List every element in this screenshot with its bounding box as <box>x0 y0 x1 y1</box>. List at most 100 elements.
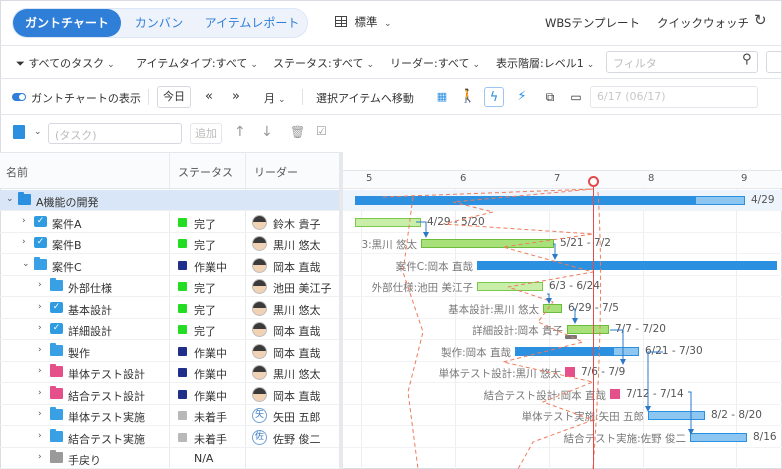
chevron-right-icon[interactable]: › <box>38 388 42 398</box>
chevron-right-icon[interactable]: › <box>38 431 42 441</box>
today-button[interactable]: 今日 <box>157 86 191 108</box>
status-label: 完了 <box>194 217 216 231</box>
display-level-label: 表示階層:レベル1 <box>496 57 584 70</box>
leader-name: 黒川 悠太 <box>273 368 321 381</box>
leader-name: 黒川 悠太 <box>273 303 321 317</box>
task-name: A機能の開発 <box>36 196 99 209</box>
chevron-down-icon: ⌄ <box>472 60 481 70</box>
task-row[interactable]: › 単体テスト設計 作業中 黒川 悠太 <box>0 362 340 383</box>
arrow-down-icon[interactable]: ↓ <box>261 124 273 140</box>
status-filter[interactable]: ステータス:すべて ⌄ <box>273 55 374 71</box>
chevron-right-icon[interactable]: › <box>38 280 42 290</box>
auto-schedule-icon[interactable]: ϟ <box>484 87 504 107</box>
status-label: 作業中 <box>194 346 227 360</box>
chevron-down-icon[interactable]: ⌄ <box>22 259 30 269</box>
gantt-toolbar: ガントチャートの表示 今日 « » 月 ⌄ 選択アイテムへ移動 ▦ 🚶 ϟ ⚡ ⧉… <box>0 79 782 115</box>
leader-filter[interactable]: リーダー:すべて ⌄ <box>390 55 480 71</box>
task-row[interactable]: › 結合テスト設計 作業中 岡本 直哉 <box>0 384 340 405</box>
task-name: 案件A <box>52 217 82 231</box>
comment-icon[interactable]: ▭ <box>566 87 586 107</box>
task-name: 詳細設計 <box>68 325 112 338</box>
table-grid-icon <box>335 16 347 27</box>
chevron-down-icon: ⌄ <box>107 60 115 70</box>
chevron-right-icon[interactable]: › <box>38 323 42 333</box>
task-row[interactable]: › 製作 作業中 岡本 直哉 <box>0 341 340 362</box>
status-color-swatch <box>178 217 187 227</box>
add-task-button[interactable]: 追加 <box>190 123 222 144</box>
task-name-input[interactable]: (タスク) <box>48 123 182 144</box>
search-icon[interactable]: ⚲ <box>742 52 752 67</box>
check-folder-icon: ✓ <box>50 323 63 334</box>
leader-filter-label: リーダー:すべて <box>390 57 470 70</box>
chevron-down-icon[interactable]: ⌄ <box>31 124 42 137</box>
avatar <box>252 365 267 380</box>
chevron-right-icon[interactable]: › <box>38 345 42 355</box>
item-type-filter[interactable]: アイテムタイプ:すべて ⌄ <box>136 55 258 71</box>
status-label: 完了 <box>194 239 216 252</box>
goto-selected-button[interactable]: 選択アイテムへ移動 <box>316 90 414 106</box>
task-row[interactable]: ⌄ 案件C 作業中 岡本 直哉 <box>0 255 340 276</box>
check-folder-icon: ✓ <box>34 237 47 248</box>
chevron-down-icon: ⌄ <box>366 60 375 70</box>
leader-name: 岡本 直哉 <box>273 346 321 360</box>
trash-icon[interactable]: 🗑 <box>290 125 305 139</box>
arrow-up-icon[interactable]: ↑ <box>234 124 246 140</box>
tab-kanban[interactable]: カンバン <box>121 9 197 37</box>
wbs-template-link[interactable]: WBSテンプレート <box>545 15 640 31</box>
task-row[interactable]: › 外部仕様 完了 池田 美江子 <box>0 276 340 297</box>
status-color-swatch <box>178 325 187 334</box>
extra-filter-box[interactable] <box>766 51 782 73</box>
chevron-right-icon[interactable]: › <box>38 409 42 419</box>
task-row[interactable]: ⌄ A機能の開発 <box>0 190 340 211</box>
clipboard-icon[interactable] <box>13 125 25 139</box>
task-row[interactable]: › ✓ 案件B 完了 黒川 悠太 <box>0 233 340 254</box>
filter-bar: ⏷ すべてのタスク ⌄ アイテムタイプ:すべて ⌄ ステータス:すべて ⌄ リーダー:… <box>0 46 782 79</box>
item-type-label: アイテムタイプ:すべて <box>136 57 248 70</box>
task-row[interactable]: › 単体テスト実施 未着手 矢矢田 五郎 <box>0 405 340 426</box>
task-row[interactable]: › ✓ 案件A 完了 鈴木 貴子 <box>0 212 340 233</box>
chevron-down-icon[interactable]: ⌄ <box>6 194 14 204</box>
task-name: 案件B <box>52 239 82 252</box>
status-color-swatch <box>178 260 187 270</box>
chevron-right-icon[interactable]: › <box>38 302 42 312</box>
checklist-icon[interactable]: ☑ <box>316 124 327 138</box>
chevron-down-icon: ⌄ <box>586 60 595 70</box>
all-tasks-filter[interactable]: ⏷ すべてのタスク ⌄ <box>16 55 115 71</box>
date-input[interactable]: 6/17 (06/17) <box>590 86 758 108</box>
status-color-swatch <box>178 346 187 356</box>
chevron-right-icon[interactable]: › <box>22 237 26 247</box>
leader-name: 佐野 俊二 <box>273 432 321 446</box>
refresh-icon[interactable]: ↻ <box>754 11 767 29</box>
folder-icon <box>50 278 63 291</box>
task-row[interactable]: › 手戻り N/A <box>0 448 340 469</box>
show-gantt-toggle[interactable] <box>12 93 26 101</box>
display-level-filter[interactable]: 表示階層:レベル1 ⌄ <box>496 55 594 71</box>
lightning-icon[interactable]: ⚡ <box>512 87 532 107</box>
status-label: 作業中 <box>194 389 227 403</box>
filter-input[interactable]: フィルタ <box>606 51 758 73</box>
chevron-right-icon[interactable]: › <box>22 216 26 226</box>
double-chevron-left-icon[interactable]: « <box>199 87 219 107</box>
double-chevron-right-icon[interactable]: » <box>226 87 246 107</box>
tab-gantt-chart[interactable]: ガントチャート <box>13 9 121 37</box>
all-tasks-label: すべてのタスク <box>28 57 105 70</box>
column-header-status[interactable]: ステータス <box>178 164 233 180</box>
tab-item-report[interactable]: アイテムレポート <box>197 9 307 37</box>
chevron-right-icon[interactable]: › <box>38 452 42 462</box>
task-row[interactable]: › ✓ 基本設計 完了 黒川 悠太 <box>0 298 340 319</box>
copy-icon[interactable]: ⧉ <box>540 87 560 107</box>
view-selector[interactable]: 標準 ⌄ <box>335 14 392 30</box>
task-row[interactable]: › ✓ 詳細設計 完了 岡本 直哉 <box>0 319 340 340</box>
scale-selector[interactable]: 月 ⌄ <box>264 90 286 106</box>
column-header-leader[interactable]: リーダー <box>254 164 298 180</box>
quick-watch-link[interactable]: クイックウォッチ <box>657 15 749 31</box>
walking-person-icon[interactable]: 🚶 <box>458 87 478 107</box>
task-row[interactable]: › 結合テスト実施 未着手 佐佐野 俊二 <box>0 427 340 448</box>
scale-label: 月 <box>264 92 275 105</box>
chevron-right-icon[interactable]: › <box>38 366 42 376</box>
leader-name: 岡本 直哉 <box>273 260 321 274</box>
calendar-icon[interactable]: ▦ <box>432 87 452 107</box>
status-color-swatch <box>178 239 187 248</box>
avatar: 矢 <box>252 408 267 423</box>
column-header-name[interactable]: 名前 <box>6 164 28 180</box>
